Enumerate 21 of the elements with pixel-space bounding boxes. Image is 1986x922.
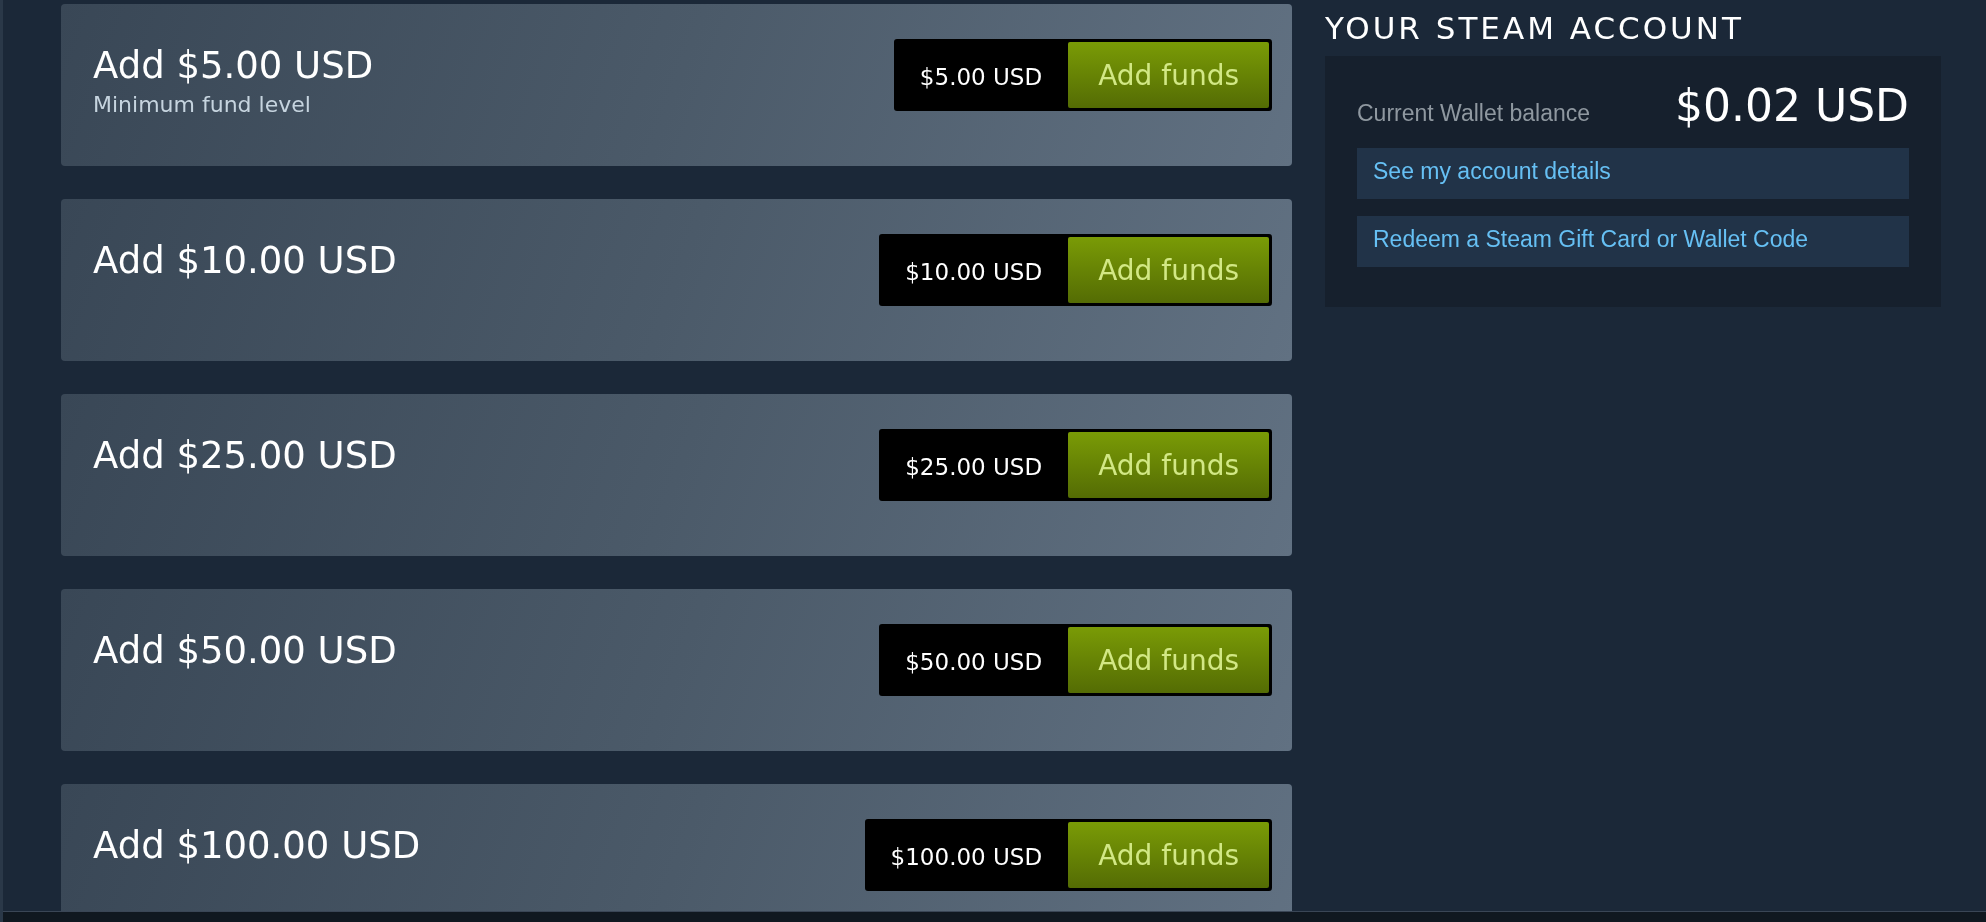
balance-amount: $0.02 USD [1675,80,1909,131]
price-label: $5.00 USD [919,63,1043,90]
add-funds-button[interactable]: Add funds [1068,627,1269,693]
add-funds-button[interactable]: Add funds [1068,237,1269,303]
fund-option-title: Add $100.00 USD [93,824,421,869]
add-funds-button[interactable]: Add funds [1068,42,1269,108]
price-label: $50.00 USD [905,648,1043,675]
add-funds-button[interactable]: Add funds [1068,822,1269,888]
account-link[interactable]: See my account details [1357,148,1909,199]
fund-option-title: Add $10.00 USD [93,239,397,284]
price-label: $25.00 USD [905,453,1043,480]
account-link[interactable]: Redeem a Steam Gift Card or Wallet Code [1357,216,1909,267]
balance-label: Current Wallet balance [1357,100,1591,127]
fund-option-subtitle: Minimum fund level [93,92,312,118]
fund-option-title: Add $25.00 USD [93,434,397,479]
price-label: $10.00 USD [905,258,1043,285]
section-heading: YOUR STEAM ACCOUNT [1325,10,1745,46]
fund-option-title: Add $5.00 USD [93,44,374,89]
add-funds-button[interactable]: Add funds [1068,432,1269,498]
fund-option-title: Add $50.00 USD [93,629,397,674]
price-label: $100.00 USD [890,843,1043,870]
